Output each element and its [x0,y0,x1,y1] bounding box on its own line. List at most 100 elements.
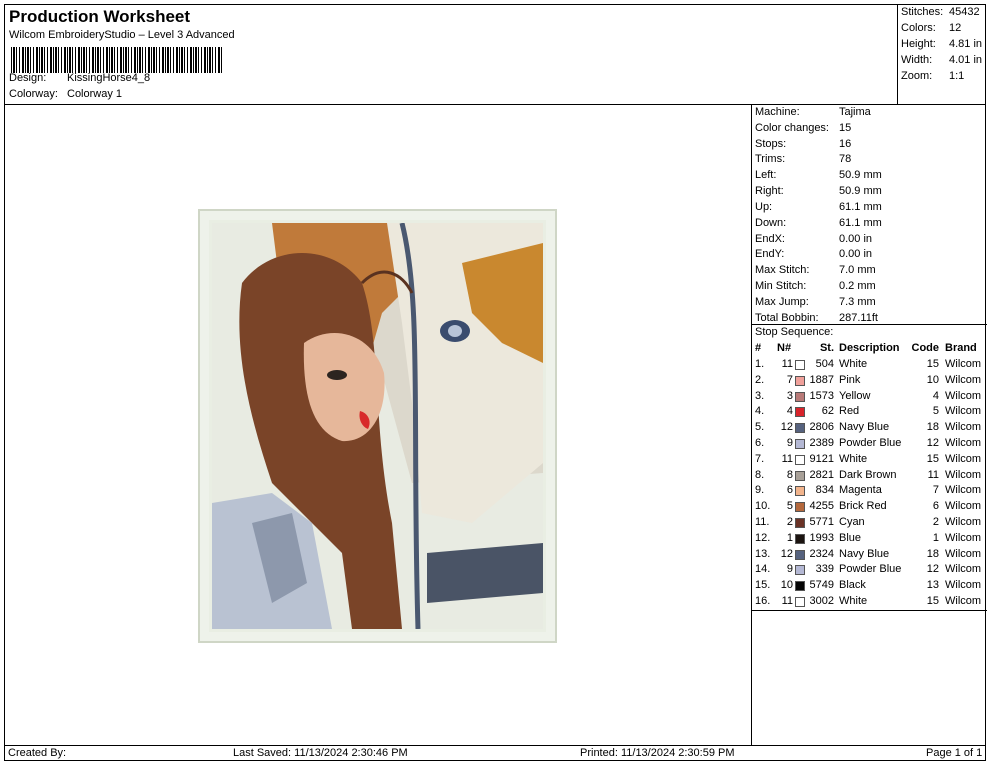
info-row: Right: 50.9 mm [755,185,882,201]
stat-label: Width: [901,54,933,66]
info-value: 0.00 in [839,248,873,260]
stat-stitches: Stitches: 45432 [901,6,980,18]
design-stats: Stitches: 45432 Colors: 12 Height: 4.81 in … [897,5,986,105]
colorway-label: Colorway: [9,88,58,100]
header-needle: N# [777,342,792,354]
info-value: 0.00 in [839,233,873,245]
needle-number: 8 [786,468,793,481]
color-swatch [795,486,805,497]
color-swatch [795,597,805,607]
stat-label: Height: [901,38,936,50]
color-swatch [795,454,805,465]
header-code: Code [911,342,940,354]
info-row: Color changes: 15 [755,122,851,138]
thread-brand: Wilcom [945,500,982,513]
stitch-count: 504 [815,358,834,370]
colorway-row: Colorway: Colorway 1 [9,88,122,100]
worksheet-header: Production Worksheet Wilcom EmbroiderySt… [5,5,897,105]
table-row: 12. 1 1993 Blue 1 Wilcom [752,532,987,548]
stitch-count: 62 [821,405,834,418]
stitch-count: 5749 [809,579,834,592]
needle-number: 11 [781,358,793,370]
table-row: 3. 3 1573 Yellow 4 Wilcom [752,390,987,406]
info-label: Color changes: [755,122,829,134]
info-label: Down: [755,217,787,229]
stat-value: 4.01 in [949,54,983,66]
color-description: Magenta [839,484,882,497]
thread-brand: Wilcom [945,595,982,607]
stat-label: Stitches: [901,6,944,18]
info-row: Min Stitch: 0.2 mm [755,280,876,296]
color-code: 11 [927,468,939,481]
info-row: Max Stitch: 7.0 mm [755,264,876,280]
design-preview [5,106,751,745]
table-row: 14. 9 339 Powder Blue 12 Wilcom [752,563,987,579]
needle-number: 12 [780,421,793,434]
needle-number: 6 [786,484,793,497]
color-swatch [795,518,805,528]
color-description: Navy Blue [839,547,890,560]
needle-number: 10 [780,579,793,592]
table-row: 16. 11 3002 White 15 Wilcom [752,595,987,611]
worksheet-footer: Created By: Last Saved: 11/13/2024 2:30:… [5,745,986,761]
info-label: EndY: [755,248,785,260]
color-code: 12 [926,563,939,576]
design-label: Design: [9,72,47,84]
stitch-count: 2821 [809,468,834,481]
table-row: 7. 11 9121 White 15 Wilcom [752,453,987,469]
worksheet-sheet: Production Worksheet Wilcom EmbroiderySt… [4,4,987,761]
color-swatch [795,391,805,402]
color-swatch [795,581,805,592]
row-number: 2. [755,373,765,386]
color-description: Powder Blue [839,563,902,576]
info-value: 0.2 mm [839,280,876,292]
stitch-count: 9121 [809,452,834,465]
thread-brand: Wilcom [945,531,982,544]
row-number: 10. [755,500,771,513]
info-value: 61.1 mm [839,201,882,213]
thread-brand: Wilcom [945,358,982,370]
row-number: 1. [755,358,765,370]
thread-brand: Wilcom [945,579,982,592]
stitch-count: 1887 [809,373,834,386]
info-label: Total Bobbin: [755,312,819,324]
info-label: Left: [755,169,777,181]
thread-brand: Wilcom [945,389,982,402]
row-number: 15. [755,579,771,592]
color-code: 2 [932,516,939,528]
needle-number: 3 [786,389,793,402]
header-num: # [755,342,762,354]
color-swatch [795,565,805,576]
info-label: Min Stitch: [755,280,807,292]
info-value: Tajima [839,106,871,118]
row-number: 11. [755,516,770,528]
stat-value: 12 [949,22,962,34]
thread-brand: Wilcom [945,468,982,481]
thread-brand: Wilcom [945,437,982,449]
row-number: 12. [755,531,771,544]
stat-width: Width: 4.01 in [901,54,982,66]
header-stitches: St. [819,342,834,354]
created-by: Created By: [8,747,67,759]
needle-number: 9 [786,563,793,576]
row-number: 9. [755,484,765,497]
printed-date: Printed: 11/13/2024 2:30:59 PM [580,747,735,759]
stat-colors: Colors: 12 [901,22,961,34]
color-description: Yellow [839,389,871,402]
color-description: White [839,358,868,370]
table-row: 10. 5 4255 Brick Red 6 Wilcom [752,500,987,516]
stitch-count: 2806 [809,421,834,434]
header-description: Description [839,342,900,354]
thread-brand: Wilcom [945,547,982,560]
stat-value: 45432 [949,6,980,18]
stop-sequence-table: Stop Sequence: # N# St. Description Code… [752,324,987,607]
info-row: EndY: 0.00 in [755,248,872,264]
last-saved: Last Saved: 11/13/2024 2:30:46 PM [233,747,408,759]
info-label: Max Stitch: [755,264,810,276]
thread-brand: Wilcom [945,405,982,418]
header-brand: Brand [945,342,977,354]
panel-divider [752,610,987,611]
needle-number: 12 [780,547,793,560]
info-label: Machine: [755,106,800,118]
row-number: 3. [755,389,765,402]
